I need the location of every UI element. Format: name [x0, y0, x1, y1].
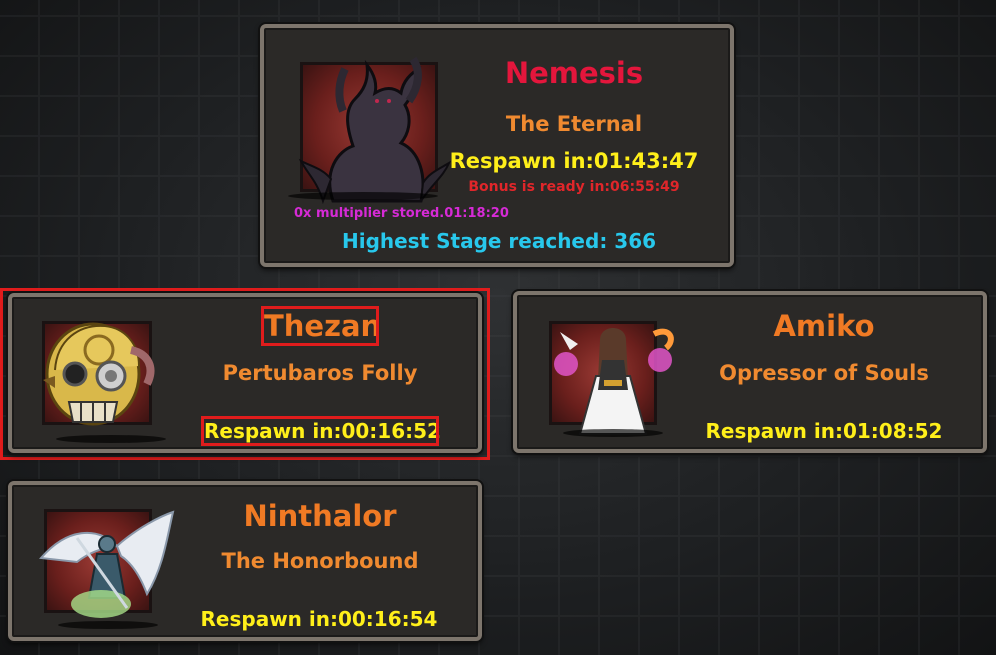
boss-name: Thezan [261, 306, 382, 346]
boss-subtitle: Pertubaros Folly [222, 361, 418, 385]
thezan-portrait [42, 321, 155, 426]
amiko-shadow [563, 429, 663, 437]
nemesis-portrait [298, 56, 452, 205]
thezan-icon [43, 322, 155, 426]
boss-name: Nemesis [504, 56, 644, 90]
ninthalor-portrait [38, 509, 175, 618]
boss-subtitle: The Eternal [505, 112, 643, 136]
respawn-timer: Respawn in:01:43:47 [449, 149, 699, 173]
ninthalor-shadow [58, 621, 158, 629]
boss-card-amiko[interactable]: Amiko Opressor of Souls Respawn in:01:08… [513, 291, 987, 453]
nemesis-shadow [288, 192, 438, 200]
boss-name: Amiko [773, 309, 875, 343]
respawn-timer: Respawn in:00:16:54 [200, 607, 438, 631]
boss-card-ninthalor[interactable]: Ninthalor The Honorbound Respawn in:00:1… [8, 481, 482, 641]
boss-subtitle: Opressor of Souls [719, 361, 929, 385]
ninthalor-icon [38, 510, 175, 618]
boss-card-thezan[interactable]: Thezan Pertubaros Folly Respawn in:00:16… [8, 293, 482, 453]
multiplier-stored: 0x multiplier stored.01:18:20 [294, 206, 509, 221]
respawn-timer: Respawn in:01:08:52 [705, 419, 943, 443]
respawn-timer: Respawn in:00:16:52 [201, 416, 441, 446]
bonus-timer: Bonus is ready in:06:55:49 [468, 179, 680, 195]
boss-name: Ninthalor [243, 499, 397, 533]
boss-subtitle: The Honorbound [221, 549, 419, 573]
nemesis-icon [298, 56, 452, 205]
boss-card-nemesis[interactable]: Nemesis The Eternal Respawn in:01:43:47 … [260, 24, 734, 267]
highest-stage: Highest Stage reached: 366 [341, 229, 657, 253]
thezan-shadow [56, 435, 166, 443]
amiko-portrait [549, 321, 674, 435]
amiko-icon [554, 328, 674, 435]
